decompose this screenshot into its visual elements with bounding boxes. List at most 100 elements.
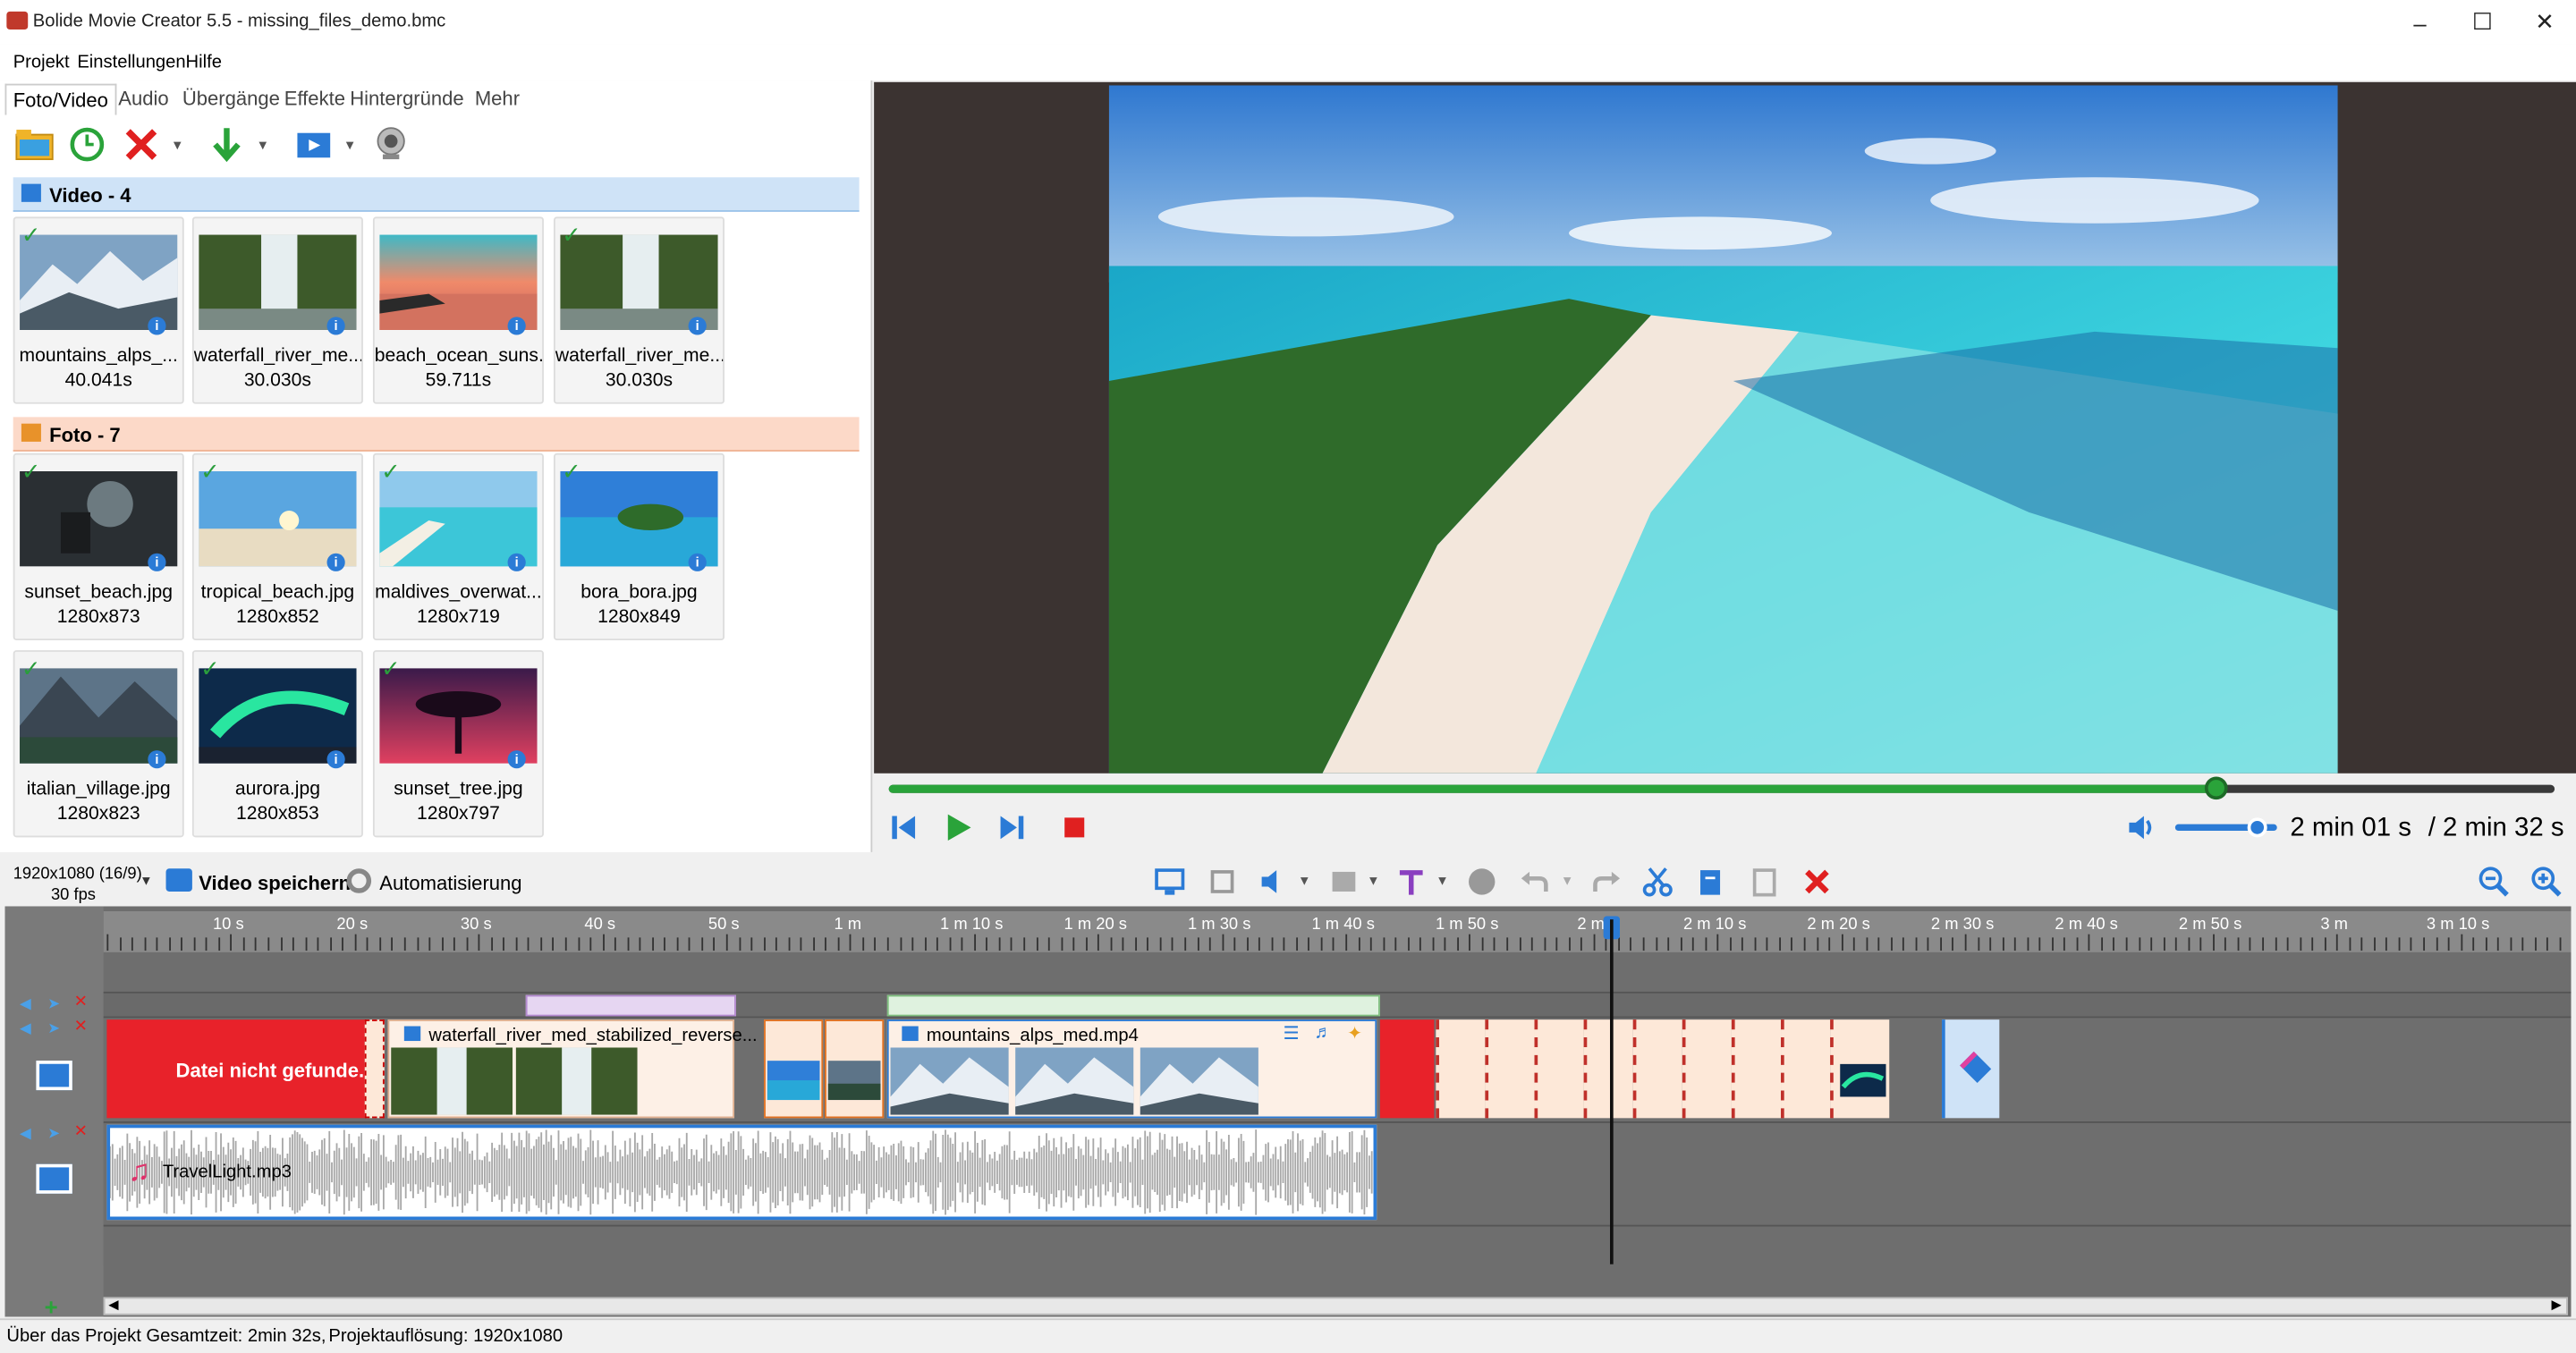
scissors-icon[interactable] xyxy=(1641,866,1674,899)
tab-audio[interactable]: Audio xyxy=(118,87,168,110)
track-remove-icon[interactable]: ✕ xyxy=(74,1123,88,1141)
tab-hintergruende[interactable]: Hintergründe xyxy=(350,87,463,110)
save-video-icon[interactable] xyxy=(165,868,192,892)
check-icon[interactable]: ✓ xyxy=(21,460,41,483)
chevron-down-icon[interactable]: ▼ xyxy=(257,138,270,153)
photo-clip[interactable] xyxy=(1436,1019,1486,1119)
photo-clip[interactable] xyxy=(1534,1019,1584,1119)
photo-clip[interactable] xyxy=(1781,1019,1831,1119)
play-icon[interactable] xyxy=(941,811,974,844)
automation-icon[interactable] xyxy=(346,868,372,893)
automation-button[interactable]: Automatisierung xyxy=(379,872,521,895)
photo-clip[interactable] xyxy=(1632,1019,1682,1119)
overlay-clip[interactable] xyxy=(886,994,1380,1017)
open-folder-icon[interactable] xyxy=(15,125,55,165)
scroll-left-icon[interactable]: ◀ xyxy=(108,1297,118,1312)
track-remove-icon[interactable]: ✕ xyxy=(74,1018,88,1036)
library-item[interactable]: ✓ i waterfall_river_me... 30.030s xyxy=(553,216,725,404)
track-lock-icon[interactable]: ➤ xyxy=(47,1019,60,1037)
transition-marker[interactable] xyxy=(364,1019,385,1119)
info-icon[interactable]: i xyxy=(148,553,166,571)
save-video-button[interactable]: Video speichern xyxy=(199,872,351,895)
track-remove-icon[interactable]: ✕ xyxy=(74,994,88,1011)
timeline-scrollbar[interactable] xyxy=(103,1297,2568,1315)
chevron-down-icon[interactable]: ▼ xyxy=(1298,874,1311,889)
track-mute-icon[interactable]: ◀ xyxy=(20,995,31,1013)
resolution-label[interactable]: 1920x1080 (16/9) xyxy=(13,866,142,884)
copy-icon[interactable] xyxy=(1694,866,1727,899)
chevron-down-icon[interactable]: ▼ xyxy=(171,138,184,153)
info-icon[interactable]: i xyxy=(507,750,526,769)
library-item[interactable]: ✓ i mountains_alps_... 40.041s xyxy=(13,216,184,404)
check-icon[interactable]: ✓ xyxy=(200,656,220,680)
library-item[interactable]: ✓ i italian_village.jpg 1280x823 xyxy=(13,650,184,838)
info-icon[interactable]: i xyxy=(507,317,526,335)
check-icon[interactable]: ✓ xyxy=(562,224,581,247)
info-icon[interactable]: i xyxy=(326,317,345,335)
audio-clip[interactable] xyxy=(106,1124,1377,1221)
video-group-header[interactable]: Video - 4 xyxy=(13,177,860,212)
info-icon[interactable]: i xyxy=(326,750,345,769)
clip-transition-icon[interactable]: ✦ xyxy=(1347,1023,1362,1044)
playback-progress-knob[interactable] xyxy=(2205,776,2228,800)
scroll-right-icon[interactable]: ▶ xyxy=(2551,1297,2561,1312)
skip-forward-icon[interactable] xyxy=(996,811,1029,844)
chevron-down-icon[interactable]: ▼ xyxy=(1367,874,1380,889)
add-track-icon[interactable]: + xyxy=(45,1294,58,1320)
check-icon[interactable]: ✓ xyxy=(21,656,41,680)
chevron-down-icon[interactable]: ▼ xyxy=(1436,874,1449,889)
import-arrow-icon[interactable] xyxy=(207,125,246,165)
photo-group-header[interactable]: Foto - 7 xyxy=(13,417,860,452)
track-mute-icon[interactable]: ◀ xyxy=(20,1125,31,1143)
clip-audio-icon[interactable]: ♬ xyxy=(1314,1023,1332,1043)
skip-back-icon[interactable] xyxy=(887,811,920,844)
volume-knob[interactable] xyxy=(2246,817,2267,838)
filter-icon[interactable] xyxy=(1465,866,1498,899)
library-item[interactable]: ✓ i tropical_beach.jpg 1280x852 xyxy=(191,452,363,641)
fps-label[interactable]: 30 fps xyxy=(51,886,96,904)
info-icon[interactable]: i xyxy=(688,317,707,335)
close-button[interactable]: ✕ xyxy=(2507,0,2576,45)
text-icon[interactable] xyxy=(1394,866,1428,899)
volume-icon[interactable] xyxy=(2126,811,2159,844)
photo-clip[interactable] xyxy=(1731,1019,1782,1119)
crop-icon[interactable] xyxy=(1206,866,1239,899)
tab-uebergaenge[interactable]: Übergänge xyxy=(182,87,280,110)
overlay-clip[interactable] xyxy=(525,994,736,1017)
check-icon[interactable]: ✓ xyxy=(381,460,401,483)
timeline-ruler[interactable]: 10 s 20 s 30 s 40 s 50 s 1 m 1 m 10 s 1 m 20 s 1… xyxy=(103,910,2572,952)
check-icon[interactable]: ✓ xyxy=(21,224,41,247)
chevron-down-icon[interactable]: ▼ xyxy=(343,138,357,153)
library-item[interactable]: ✓ i aurora.jpg 1280x853 xyxy=(191,650,363,838)
info-icon[interactable]: i xyxy=(688,553,707,571)
library-item[interactable]: ✓ i sunset_beach.jpg 1280x873 xyxy=(13,452,184,641)
empty-track[interactable] xyxy=(103,1224,2572,1266)
photo-clip[interactable] xyxy=(1682,1019,1732,1119)
menu-projekt[interactable]: Projekt xyxy=(13,53,70,72)
check-icon[interactable]: ✓ xyxy=(381,656,401,680)
transition-icon[interactable] xyxy=(1327,866,1360,899)
info-icon[interactable]: i xyxy=(148,317,166,335)
clip-effects-icon[interactable]: ☰ xyxy=(1283,1023,1299,1044)
paste-icon[interactable] xyxy=(1748,866,1781,899)
info-icon[interactable]: i xyxy=(148,750,166,769)
audio-settings-icon[interactable] xyxy=(1258,866,1292,899)
library-item[interactable]: i beach_ocean_suns... 59.711s xyxy=(372,216,544,404)
info-icon[interactable]: i xyxy=(507,553,526,571)
track-lock-icon[interactable]: ➤ xyxy=(47,995,60,1013)
webcam-icon[interactable] xyxy=(371,125,411,165)
menu-hilfe[interactable]: Hilfe xyxy=(186,53,222,72)
check-icon[interactable]: ✓ xyxy=(562,460,581,483)
track-lock-icon[interactable]: ➤ xyxy=(47,1125,60,1143)
undo-icon[interactable] xyxy=(1518,866,1551,899)
add-media-icon[interactable] xyxy=(294,125,334,165)
library-item[interactable]: ✓ i bora_bora.jpg 1280x849 xyxy=(553,452,725,641)
zoom-out-icon[interactable] xyxy=(2478,866,2511,899)
library-item[interactable]: i waterfall_river_me... 30.030s xyxy=(191,216,363,404)
tab-foto-video[interactable]: Foto/Video xyxy=(4,83,117,115)
menu-einstellungen[interactable]: Einstellungen xyxy=(77,53,185,72)
missing-file-clip[interactable] xyxy=(1379,1019,1435,1119)
photo-clip[interactable] xyxy=(1485,1019,1535,1119)
chevron-down-icon[interactable]: ▼ xyxy=(1561,874,1574,889)
track-mute-icon[interactable]: ◀ xyxy=(20,1019,31,1037)
